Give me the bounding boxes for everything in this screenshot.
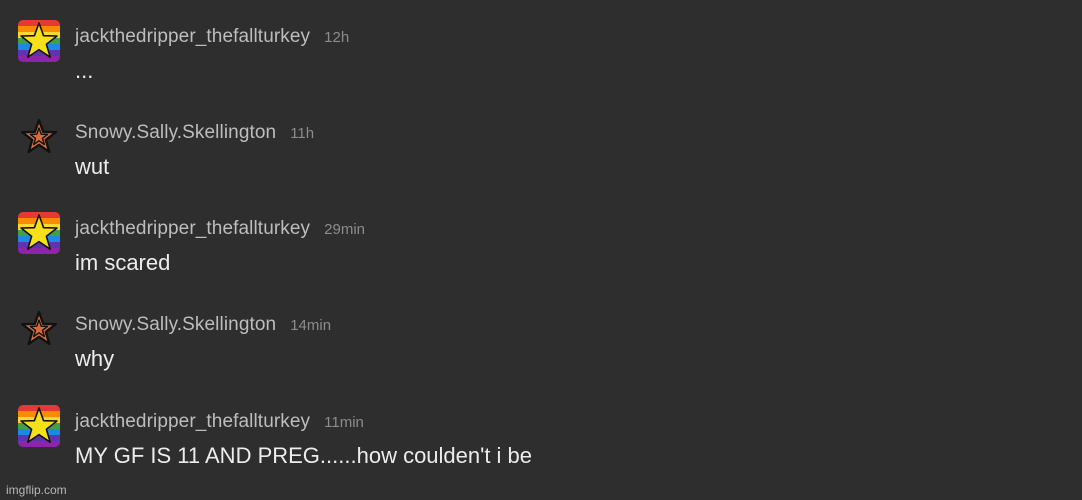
comment-item: jackthedripper_thefallturkey 29min im sca… — [18, 212, 1058, 292]
username-link[interactable]: Snowy.Sally.Skellington — [75, 314, 276, 335]
comment-text: wut — [75, 154, 110, 179]
timestamp: 12h — [324, 29, 350, 46]
orange-outline-star-avatar-icon[interactable] — [18, 116, 60, 158]
comment-text: im scared — [75, 250, 171, 275]
username-link[interactable]: jackthedripper_thefallturkey — [75, 411, 310, 432]
comment-item: Snowy.Sally.Skellington 14min why — [18, 308, 1058, 388]
username-link[interactable]: jackthedripper_thefallturkey — [75, 26, 310, 47]
rainbow-star-avatar-icon[interactable] — [18, 20, 60, 62]
rainbow-star-avatar-icon[interactable] — [18, 212, 60, 254]
timestamp: 11h — [290, 125, 315, 142]
comment-meta: jackthedripper_thefallturkey 12h — [75, 25, 349, 49]
comment-item: jackthedripper_thefallturkey 11min MY GF … — [18, 405, 1058, 485]
comment-meta: jackthedripper_thefallturkey 11min — [75, 410, 364, 434]
comment-text: why — [75, 346, 115, 371]
username-link[interactable]: jackthedripper_thefallturkey — [75, 218, 310, 239]
timestamp: 11min — [324, 414, 364, 431]
timestamp: 29min — [324, 221, 366, 238]
username-link[interactable]: Snowy.Sally.Skellington — [75, 122, 276, 143]
comment-item: Snowy.Sally.Skellington 11h wut — [18, 116, 1058, 196]
comment-item: jackthedripper_thefallturkey 12h ... — [18, 20, 1058, 100]
comment-feed: jackthedripper_thefallturkey 12h ... Snow… — [0, 0, 1082, 500]
orange-outline-star-avatar-icon[interactable] — [18, 308, 60, 350]
comment-meta: Snowy.Sally.Skellington 11h — [75, 121, 314, 145]
timestamp: 14min — [290, 317, 332, 334]
comment-text: MY GF IS 11 AND PREG......how coulden't … — [75, 443, 533, 468]
comment-meta: Snowy.Sally.Skellington 14min — [75, 313, 331, 337]
comment-text: ... — [75, 58, 94, 83]
imgflip-watermark: imgflip.com — [6, 483, 67, 497]
comment-meta: jackthedripper_thefallturkey 29min — [75, 217, 365, 241]
rainbow-star-avatar-icon[interactable] — [18, 405, 60, 447]
